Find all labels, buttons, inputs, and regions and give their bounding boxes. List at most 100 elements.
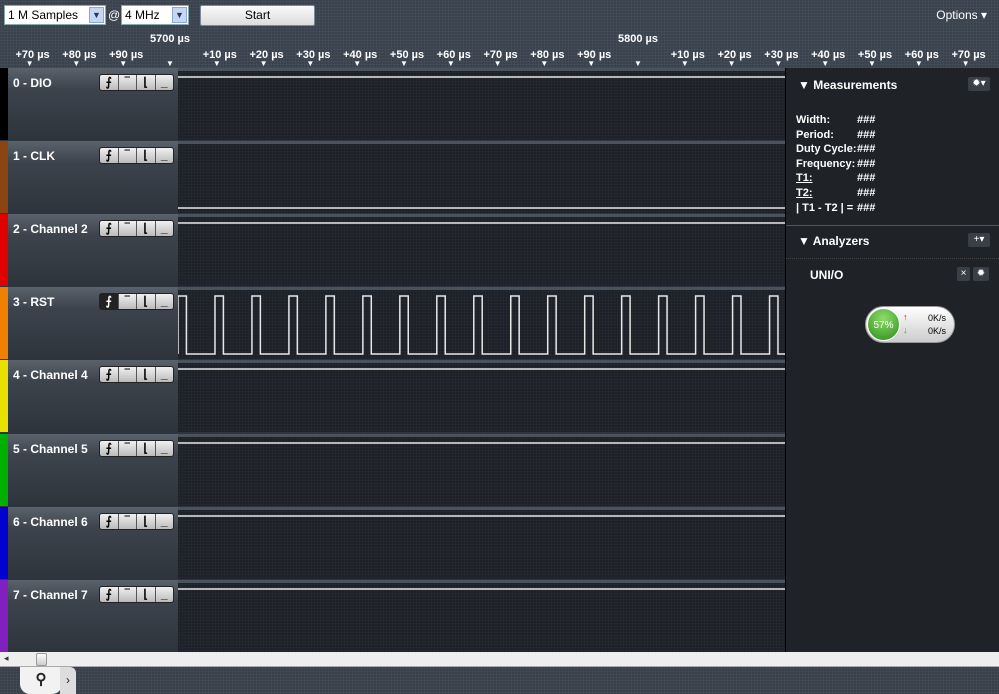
trigger-button[interactable]: ‾ (119, 75, 138, 90)
scroll-left-icon[interactable]: ◂ (4, 653, 9, 664)
channel-label[interactable]: 6 - Channel 6⨍‾⌊_ (0, 507, 178, 579)
major-time-label: 5700 µs (150, 33, 190, 45)
tick-mark: ▼ (540, 59, 548, 68)
trigger-button[interactable]: ⨍ (100, 514, 119, 529)
trigger-button[interactable]: ‾ (119, 514, 138, 529)
trigger-button[interactable]: _ (156, 514, 174, 529)
trigger-button[interactable]: ⌊ (137, 514, 156, 529)
trigger-button[interactable]: ‾ (119, 221, 138, 236)
channel-label[interactable]: 7 - Channel 7⨍‾⌊_ (0, 580, 178, 652)
trigger-button[interactable]: ⌊ (137, 75, 156, 90)
analyzers-header[interactable]: ▼ Analyzers (798, 234, 869, 248)
measurement-row: Width:### (796, 113, 875, 128)
trigger-button[interactable]: _ (156, 587, 174, 602)
channel-label[interactable]: 2 - Channel 2⨍‾⌊_ (0, 214, 178, 286)
trigger-button[interactable]: ⌊ (137, 587, 156, 602)
gear-icon[interactable]: ✹ (973, 267, 989, 281)
trigger-selector[interactable]: ⨍‾⌊_ (99, 220, 174, 237)
divider (786, 258, 999, 259)
channel-label[interactable]: 4 - Channel 4⨍‾⌊_ (0, 360, 178, 432)
trigger-button[interactable]: ‾ (119, 294, 138, 309)
samples-value: 1 M Samples (8, 8, 78, 22)
trigger-button[interactable]: ‾ (119, 587, 138, 602)
trigger-button[interactable]: ‾ (119, 441, 138, 456)
measurement-value: ### (857, 157, 875, 172)
channel-label[interactable]: 5 - Channel 5 ⨍‾⌊_ (0, 434, 178, 506)
measurement-value: ### (857, 186, 875, 201)
trigger-button[interactable]: ⨍ (100, 75, 119, 90)
waveform-area[interactable] (178, 214, 785, 286)
trigger-button[interactable]: ⨍ (100, 367, 119, 382)
rate-select[interactable]: 4 MHz▼ (121, 5, 189, 25)
gear-icon[interactable]: ✹▾ (968, 77, 990, 91)
waveform-area[interactable] (178, 287, 785, 359)
measurement-key: | T1 - T2 | = (796, 201, 857, 216)
samples-select[interactable]: 1 M Samples ▼ (4, 5, 106, 25)
channel-name: 5 - Channel 5 (13, 442, 88, 456)
trigger-selector[interactable]: ⨍‾⌊_ (99, 513, 174, 530)
trigger-selector[interactable]: ⨍‾⌊_ (99, 74, 174, 91)
search-tab[interactable]: ⚲ (20, 667, 62, 694)
trigger-button[interactable]: _ (156, 294, 174, 309)
trigger-button[interactable]: ⌊ (137, 221, 156, 236)
trigger-button[interactable]: _ (156, 367, 174, 382)
measurements-title: Measurements (813, 78, 897, 92)
measurement-row: | T1 - T2 | =### (796, 201, 875, 216)
trigger-button[interactable]: ‾ (119, 367, 138, 382)
tick-mark: ▼ (72, 59, 80, 68)
trigger-button[interactable]: ⨍ (100, 587, 119, 602)
measurements-header[interactable]: ▼ Measurements (798, 78, 897, 92)
trigger-selector[interactable]: ⨍‾⌊_ (99, 366, 174, 383)
trigger-button[interactable]: _ (156, 221, 174, 236)
waveform-area[interactable] (178, 580, 785, 652)
channel-row: 7 - Channel 7⨍‾⌊_ (0, 580, 785, 653)
waveform-area[interactable] (178, 68, 785, 140)
add-analyzer-icon[interactable]: +▾ (968, 233, 990, 247)
tick-mark: ▼ (494, 59, 502, 68)
tick-mark: ▼ (962, 59, 970, 68)
trigger-selector[interactable]: ⨍‾⌊_ (99, 440, 174, 457)
trigger-button[interactable]: ⨍ (100, 221, 119, 236)
waveform-area[interactable] (178, 434, 785, 506)
channel-label[interactable]: 0 - DIO⨍‾⌊_ (0, 68, 178, 140)
trigger-button[interactable]: _ (156, 75, 174, 90)
download-rate: 0K/s (928, 326, 946, 336)
close-icon[interactable]: × (957, 267, 970, 281)
trigger-button[interactable]: ⨍ (100, 294, 119, 309)
options-menu[interactable]: Options ▾ (936, 8, 987, 22)
channel-color (0, 287, 8, 359)
trigger-button[interactable]: _ (156, 441, 174, 456)
trigger-button[interactable]: ⌊ (137, 367, 156, 382)
measurement-key: Frequency: (796, 157, 857, 172)
start-button[interactable]: Start (200, 5, 315, 26)
trigger-button[interactable]: ⌊ (137, 441, 156, 456)
trigger-selector[interactable]: ⨍‾⌊_ (99, 586, 174, 603)
trigger-selector[interactable]: ⨍‾⌊_ (99, 147, 174, 164)
chevron-down-icon[interactable]: ▼ (89, 7, 104, 23)
measurement-value: ### (857, 142, 875, 157)
horizontal-scrollbar[interactable]: ◂ (0, 652, 999, 667)
trigger-button[interactable]: ⨍ (100, 148, 119, 163)
tick-mark: ▼ (634, 59, 642, 68)
waveform (178, 296, 785, 354)
channel-row: 6 - Channel 6⨍‾⌊_ (0, 507, 785, 580)
measurement-value: ### (857, 171, 875, 186)
toolbar: 1 M Samples▼ @ 4 MHz▼ Start Options ▾ 57… (0, 0, 999, 68)
chevron-down-icon[interactable]: ▼ (172, 7, 187, 23)
waveform-area[interactable] (178, 360, 785, 432)
channel-label[interactable]: 3 - RST⨍‾⌊_ (0, 287, 178, 359)
trigger-button[interactable]: _ (156, 148, 174, 163)
trigger-button[interactable]: ‾ (119, 148, 138, 163)
tick-mark: ▼ (587, 59, 595, 68)
channel-color (0, 141, 8, 213)
analyzer-item[interactable]: UNI/O (810, 268, 843, 282)
waveform-area[interactable] (178, 507, 785, 579)
trigger-button[interactable]: ⌊ (137, 148, 156, 163)
expand-tab[interactable]: › (60, 667, 76, 694)
scroll-thumb[interactable] (36, 653, 47, 666)
trigger-button[interactable]: ⌊ (137, 294, 156, 309)
trigger-button[interactable]: ⨍ (100, 441, 119, 456)
channel-label[interactable]: 1 - CLK⨍‾⌊_ (0, 141, 178, 213)
waveform-area[interactable] (178, 141, 785, 213)
trigger-selector[interactable]: ⨍‾⌊_ (99, 293, 174, 310)
